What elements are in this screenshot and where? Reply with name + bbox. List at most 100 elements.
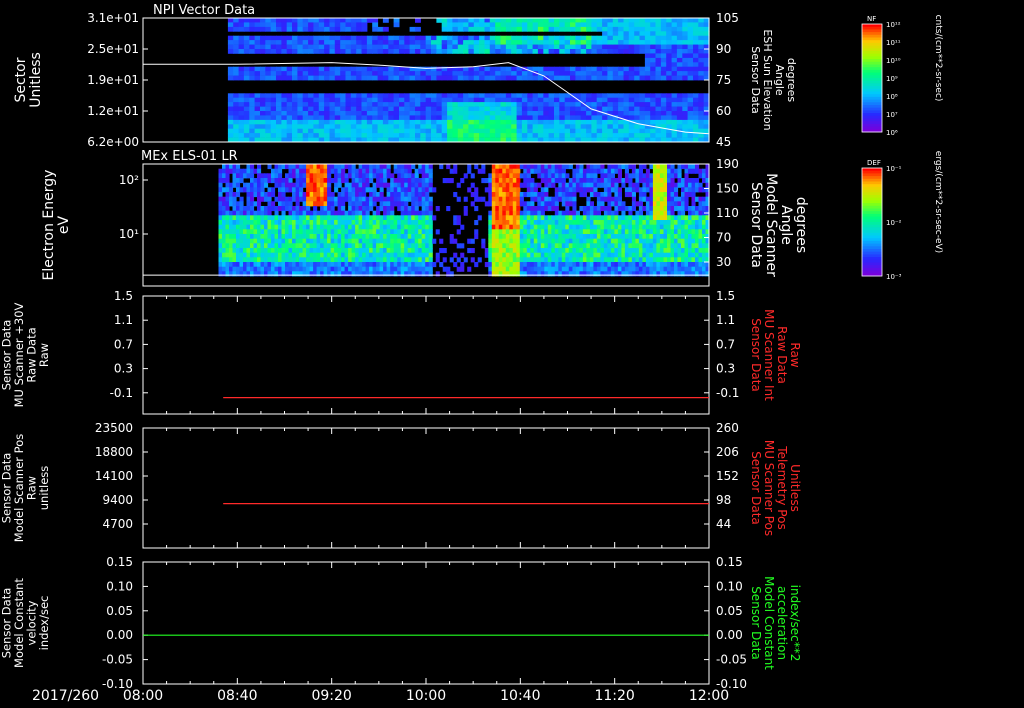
npi-cell bbox=[650, 71, 657, 76]
els-cell bbox=[225, 196, 230, 202]
els-cell bbox=[421, 168, 426, 174]
els-cell bbox=[551, 252, 556, 258]
els-cell bbox=[278, 248, 283, 254]
els-cell bbox=[386, 238, 391, 244]
npi-cell bbox=[318, 71, 325, 76]
npi-cell bbox=[404, 119, 411, 125]
npi-cell bbox=[260, 49, 266, 54]
npi-cell bbox=[377, 40, 384, 45]
els-cell bbox=[376, 252, 381, 258]
els-cell bbox=[267, 187, 272, 193]
npi-cell bbox=[511, 18, 518, 23]
els-cell bbox=[484, 178, 489, 184]
els-cell bbox=[526, 164, 531, 170]
npi-cell bbox=[495, 115, 502, 121]
els-cell bbox=[593, 252, 598, 258]
els-cell bbox=[393, 234, 398, 240]
npi-cell bbox=[698, 102, 705, 107]
npi-cell bbox=[644, 49, 651, 54]
els-cell bbox=[432, 262, 437, 268]
npi-cell bbox=[698, 115, 705, 121]
els-cell bbox=[617, 229, 622, 235]
els-cell bbox=[547, 271, 552, 277]
els-cell bbox=[624, 168, 629, 174]
els-cell bbox=[491, 206, 496, 212]
els-cell bbox=[439, 248, 444, 254]
els-cell bbox=[702, 201, 707, 207]
els-cell bbox=[681, 243, 686, 249]
npi-cell bbox=[521, 111, 528, 116]
right-tick-label: -0.1 bbox=[716, 386, 739, 400]
els-cell bbox=[365, 182, 370, 188]
npi-cell bbox=[532, 97, 539, 103]
npi-cell bbox=[415, 49, 421, 54]
els-cell bbox=[372, 164, 377, 170]
els-cell bbox=[628, 220, 633, 226]
els-cell bbox=[610, 178, 615, 184]
npi-cell bbox=[345, 97, 352, 103]
els-cell bbox=[253, 271, 258, 277]
npi-cell bbox=[457, 26, 464, 32]
els-cell bbox=[334, 168, 339, 174]
els-cell bbox=[568, 201, 573, 207]
els-cell bbox=[274, 238, 279, 244]
els-cell bbox=[309, 173, 314, 179]
npi-cell bbox=[463, 18, 469, 23]
els-cell bbox=[267, 243, 272, 249]
npi-cell bbox=[366, 75, 373, 81]
npi-cell bbox=[666, 119, 673, 125]
npi-cell bbox=[655, 53, 662, 59]
npi-cell bbox=[441, 18, 448, 23]
els-cell bbox=[288, 164, 293, 170]
els-cell bbox=[334, 173, 339, 179]
npi-cell bbox=[334, 102, 341, 107]
els-cell bbox=[320, 266, 325, 272]
els-cell bbox=[383, 173, 388, 179]
els-cell bbox=[407, 206, 412, 212]
npi-cell bbox=[377, 75, 384, 81]
els-cell bbox=[271, 262, 276, 268]
els-cell bbox=[295, 243, 300, 249]
npi-cell bbox=[340, 66, 347, 72]
right-tick-label: 190 bbox=[716, 157, 739, 171]
els-cell bbox=[257, 229, 262, 235]
els-cell bbox=[390, 210, 395, 216]
npi-cell bbox=[623, 133, 630, 138]
els-cell bbox=[306, 243, 311, 249]
els-cell bbox=[519, 248, 524, 254]
npi-cell bbox=[227, 71, 234, 76]
npi-cell bbox=[420, 35, 427, 41]
npi-cell bbox=[297, 106, 304, 112]
els-cell bbox=[404, 266, 409, 272]
npi-cell bbox=[393, 97, 400, 103]
els-cell bbox=[253, 224, 258, 230]
els-cell bbox=[316, 238, 321, 244]
npi-cell bbox=[382, 71, 389, 76]
npi-cell bbox=[425, 93, 432, 99]
right-tick-label: 30 bbox=[716, 255, 731, 269]
els-cell bbox=[425, 215, 430, 221]
els-cell bbox=[302, 243, 307, 249]
els-cell bbox=[386, 252, 391, 258]
npi-cell bbox=[671, 53, 678, 59]
npi-cell bbox=[334, 97, 341, 103]
npi-cell bbox=[254, 26, 261, 32]
els-cell bbox=[390, 220, 395, 226]
els-cell bbox=[558, 257, 563, 263]
npi-cell bbox=[345, 26, 352, 32]
els-cell bbox=[337, 220, 342, 226]
els-cell bbox=[425, 210, 430, 216]
npi-cell bbox=[399, 49, 405, 54]
els-cell bbox=[316, 182, 321, 188]
els-cell bbox=[379, 220, 384, 226]
npi-cell bbox=[404, 133, 411, 138]
els-cell bbox=[341, 196, 346, 202]
els-cell bbox=[649, 201, 654, 207]
els-cell bbox=[313, 178, 318, 184]
els-cell bbox=[243, 187, 248, 193]
npi-cell bbox=[463, 119, 469, 125]
npi-cell bbox=[628, 49, 635, 54]
els-cell bbox=[642, 271, 647, 277]
npi-cell bbox=[260, 35, 266, 41]
npi-cell bbox=[447, 26, 453, 32]
